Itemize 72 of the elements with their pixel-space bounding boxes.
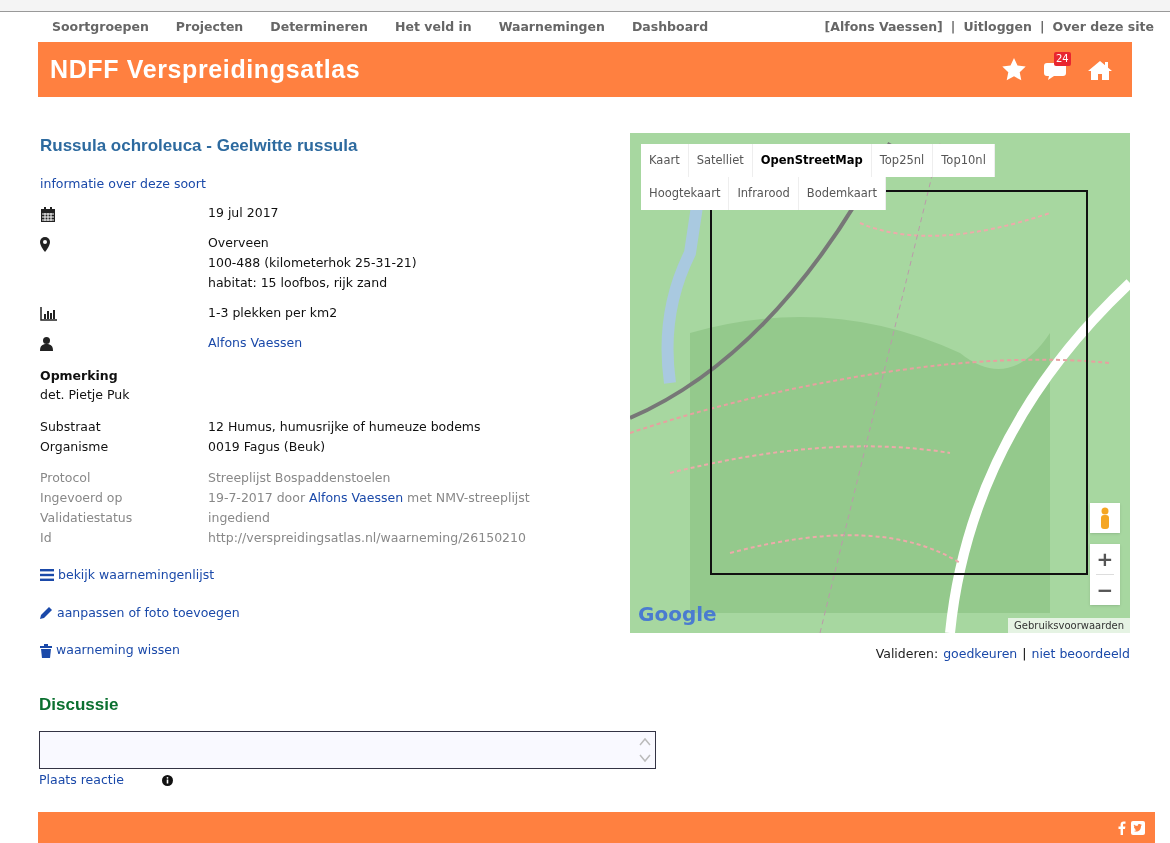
- species-title: Russula ochroleuca - Geelwitte russula: [40, 135, 359, 157]
- action-link[interactable]: waarneming wissen: [40, 641, 630, 660]
- facebook-icon[interactable]: [1118, 820, 1126, 835]
- person-icon: [40, 337, 53, 352]
- user-link[interactable]: [Alfons Vaessen]: [824, 17, 943, 37]
- user-link[interactable]: Alfons Vaessen: [309, 487, 404, 508]
- field-label: Protocol: [40, 468, 92, 487]
- separator: |: [1022, 645, 1027, 663]
- action-link[interactable]: aanpassen of foto toevoegen: [40, 603, 630, 623]
- nav-link[interactable]: Uitloggen: [963, 17, 1032, 37]
- map-type-tab[interactable]: Kaart: [641, 144, 689, 177]
- map-type-tab[interactable]: Top25nl: [871, 144, 934, 177]
- nav-link[interactable]: Soortgroepen: [52, 17, 149, 37]
- validate-label: Valideren:: [875, 645, 939, 663]
- field-value: http://verspreidingsatlas.nl/waarneming/26150210: [208, 528, 526, 547]
- species-info-link[interactable]: informatie over deze soort: [40, 174, 630, 194]
- map-type-tab[interactable]: OpenStreetMap: [752, 144, 872, 177]
- post-comment-link[interactable]: Plaats reactie: [39, 771, 124, 790]
- trash-icon: [40, 643, 52, 658]
- field-label: Substraat: [40, 417, 102, 436]
- nav-link[interactable]: Projecten: [175, 17, 244, 37]
- nav-link[interactable]: Dashboard: [631, 17, 709, 37]
- map-type-tab[interactable]: Bodemkaart: [798, 177, 887, 210]
- validate-link[interactable]: goedkeuren: [943, 645, 1018, 664]
- field-value: Streeplijst Bospaddenstoelen: [208, 468, 391, 487]
- pencil-icon: [40, 606, 53, 620]
- notification-count: 24: [1054, 51, 1071, 66]
- field-value: 12 Humus, humusrijke of humeuze bodems: [208, 417, 481, 436]
- comment-field[interactable]: [39, 731, 656, 770]
- fact-text: Overveen: [208, 234, 270, 253]
- remark-label: Opmerking: [40, 367, 119, 386]
- street-view-button[interactable]: [1090, 503, 1120, 533]
- calendar-icon: [40, 207, 56, 224]
- field-value: 19-7-2017 door: [208, 488, 306, 507]
- field-value: met NMV-streeplijst: [407, 488, 530, 507]
- field-label: Id: [40, 528, 53, 547]
- fact-text: 1-3 plekken per km2: [208, 304, 338, 323]
- remark-text: det. Pietje Puk: [40, 386, 131, 404]
- field-value: 0019 Fagus (Beuk): [208, 437, 325, 456]
- fact-text: 19 jul 2017: [208, 204, 279, 223]
- map-type-tab[interactable]: Infrarood: [729, 177, 799, 210]
- section-heading: Discussie: [39, 693, 120, 716]
- zoom-in-button[interactable]: +: [1090, 544, 1120, 574]
- nav-link[interactable]: Waarnemingen: [498, 17, 605, 37]
- map-type-tab[interactable]: Hoogtekaart: [641, 177, 730, 210]
- nav-link[interactable]: Over deze site: [1052, 17, 1154, 37]
- field-label: Organisme: [40, 437, 110, 456]
- field-label: Ingevoerd op: [40, 488, 124, 507]
- map-type-tab[interactable]: Satelliet: [688, 144, 753, 177]
- map-type-tab[interactable]: Top10nl: [933, 144, 995, 177]
- separator: |: [950, 17, 956, 36]
- terms-link[interactable]: Gebruiksvoorwaarden: [1008, 618, 1130, 633]
- person-icon: [1099, 507, 1111, 529]
- info-icon[interactable]: [161, 775, 173, 787]
- nav-link[interactable]: Determineren: [270, 17, 368, 37]
- zoom-out-button[interactable]: −: [1090, 575, 1120, 605]
- observer-link[interactable]: Alfons Vaessen: [208, 335, 303, 351]
- fact-text: 100-488 (kilometerhok 25-31-21): [208, 254, 417, 273]
- field-value: ingediend: [208, 508, 270, 527]
- fact-text: habitat: 15 loofbos, rijk zand: [208, 274, 389, 293]
- field-label: Validatiestatus: [40, 508, 134, 527]
- twitter-icon[interactable]: [1131, 820, 1145, 835]
- action-link[interactable]: bekijk waarnemingenlijst: [40, 565, 630, 585]
- home-icon[interactable]: [1088, 59, 1112, 80]
- menu-icon: [40, 569, 54, 582]
- bar-chart-icon: [40, 307, 57, 322]
- google-logo: Google: [638, 601, 717, 628]
- star-icon[interactable]: [1002, 58, 1026, 81]
- validate-link[interactable]: niet beoordeeld: [1031, 645, 1130, 664]
- separator: |: [1039, 17, 1045, 36]
- nav-link[interactable]: Het veld in: [395, 17, 472, 37]
- map-pin-icon: [40, 237, 50, 253]
